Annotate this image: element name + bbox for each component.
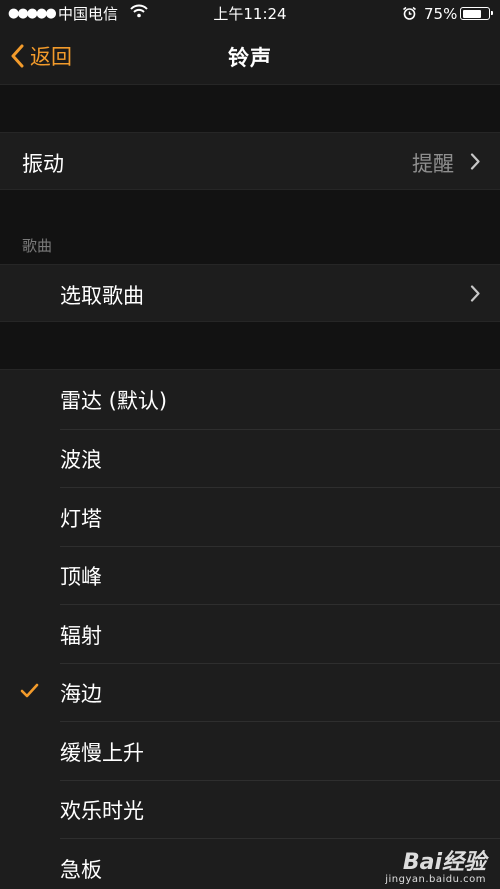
page-title: 铃声 [228,46,272,70]
ringtone-label: 急板 [60,857,102,882]
ringtone-list: 雷达 (默认) 波浪 灯塔 顶峰 辐射 海边 缓慢上升 欢乐时光 急板 [0,369,500,889]
chevron-right-icon [470,285,480,302]
screen: ●●●●● 中国电信 上午11:24 75% 返回 铃声 振动 提醒 歌曲 选取… [0,0,500,889]
ringtone-label: 波浪 [60,448,102,472]
ringtone-item[interactable]: 顶峰 [0,546,500,605]
alarm-clock-icon [402,6,417,26]
ringtone-label: 缓慢上升 [60,740,144,765]
watermark-url: jingyan.baidu.com [385,874,486,885]
navigation-bar: 返回 铃声 [0,28,500,85]
checkmark-icon [20,683,39,698]
ringtone-item[interactable]: 欢乐时光 [0,780,500,839]
watermark-logo: Bai经验 [402,850,486,875]
vibration-value: 提醒 [412,152,454,176]
ringtone-item[interactable]: 灯塔 [0,488,500,547]
ringtone-item-selected[interactable]: 海边 [0,663,500,722]
ringtone-item[interactable]: 缓慢上升 [0,722,500,781]
ringtone-item[interactable]: 雷达 (默认) [0,370,500,429]
status-bar: ●●●●● 中国电信 上午11:24 75% [0,0,500,28]
battery-percentage: 75% [424,5,458,23]
ringtone-label: 海边 [60,682,102,706]
ringtone-label: 辐射 [60,623,102,648]
ringtone-label: 顶峰 [60,565,102,589]
battery-icon [460,7,493,20]
pick-song-row[interactable]: 选取歌曲 [0,264,500,322]
vibration-row[interactable]: 振动 提醒 [0,132,500,190]
vibration-label: 振动 [22,152,64,176]
battery-level-fill [462,9,481,18]
songs-section-header: 歌曲 [22,237,53,255]
ringtone-label: 欢乐时光 [60,799,144,823]
chevron-right-icon [470,153,480,170]
pick-song-label: 选取歌曲 [60,284,144,308]
ringtone-label: 雷达 (默认) [60,389,168,413]
ringtone-label: 灯塔 [60,506,102,531]
ringtone-item[interactable]: 波浪 [0,429,500,488]
ringtone-item[interactable]: 辐射 [0,605,500,664]
baidu-jingyan-watermark: Bai经验 jingyan.baidu.com [385,844,486,885]
